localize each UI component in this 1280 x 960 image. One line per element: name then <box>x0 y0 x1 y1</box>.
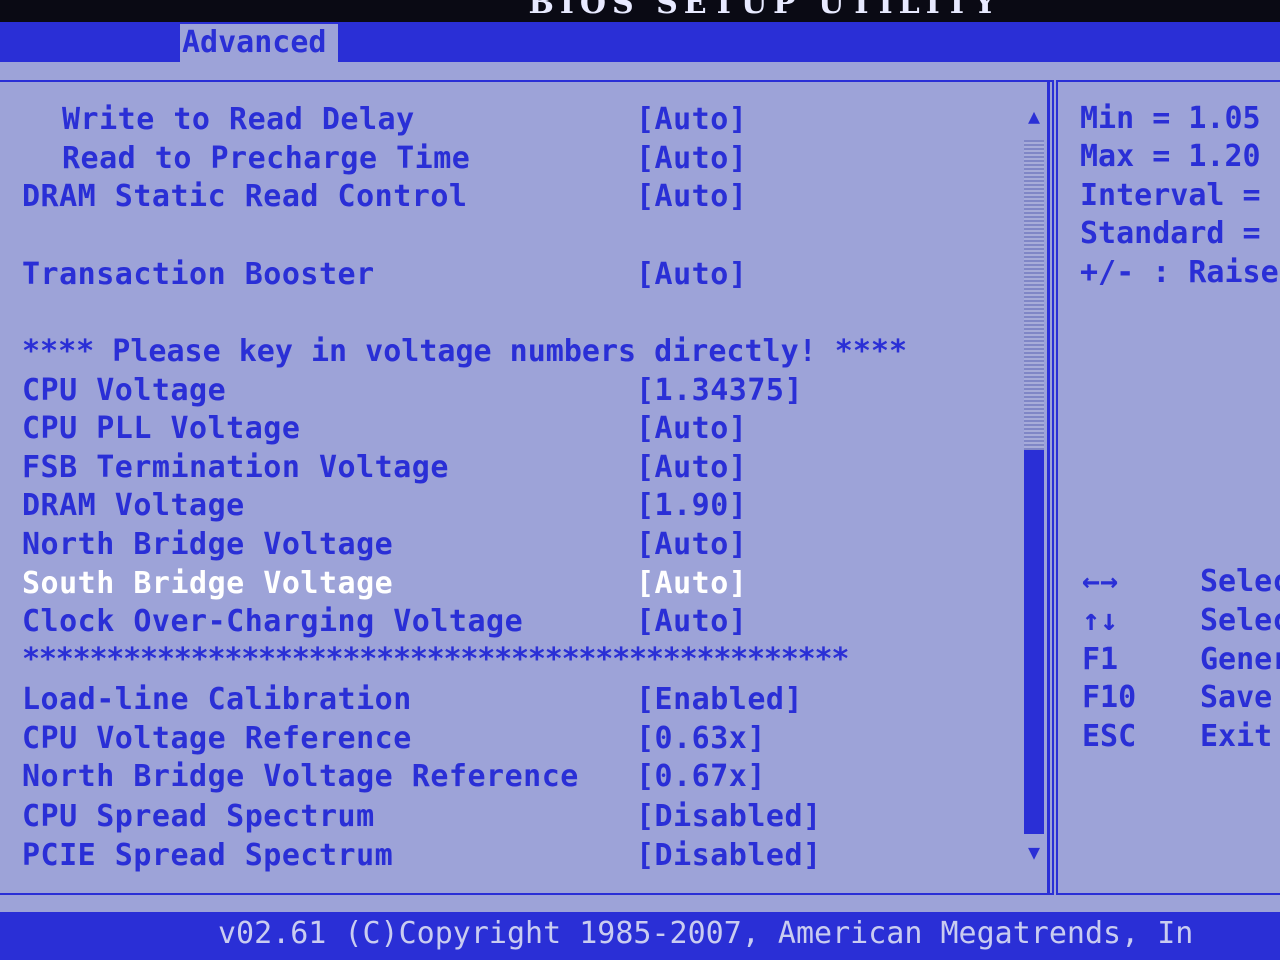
setting-value[interactable]: [0.63x] <box>636 719 766 759</box>
scrollbar[interactable]: ▲ ▼ <box>1024 104 1044 864</box>
panel-divider <box>1047 82 1050 893</box>
setting-value[interactable]: [Auto] <box>636 177 747 217</box>
setting-value[interactable]: [Auto] <box>636 448 747 488</box>
setting-value[interactable]: [Disabled] <box>636 797 822 837</box>
key-esc: ESC <box>1082 719 1137 754</box>
setting-label: CPU Voltage <box>22 373 227 408</box>
scroll-thumb[interactable] <box>1024 140 1044 450</box>
setting-value[interactable]: [Disabled] <box>636 836 822 876</box>
voltage-notice: **** Please key in voltage numbers direc… <box>22 334 908 369</box>
footer-bar: v02.61 (C)Copyright 1985-2007, American … <box>0 912 1280 960</box>
setting-label: CPU PLL Voltage <box>22 411 301 446</box>
key-desc: General <box>1200 642 1280 677</box>
setting-label: DRAM Voltage <box>22 488 245 523</box>
setting-value[interactable]: [Auto] <box>636 564 747 604</box>
scroll-track[interactable] <box>1024 140 1044 834</box>
setting-label: South Bridge Voltage <box>22 566 394 601</box>
setting-label: Write to Read Delay <box>62 102 415 137</box>
copyright-text: v02.61 (C)Copyright 1985-2007, American … <box>218 916 1194 951</box>
key-desc: Exit <box>1200 719 1273 754</box>
setting-value[interactable]: [1.34375] <box>636 371 803 411</box>
setting-label: North Bridge Voltage <box>22 527 394 562</box>
scroll-down-arrow-icon[interactable]: ▼ <box>1024 842 1044 862</box>
setting-label: CPU Voltage Reference <box>22 721 412 756</box>
key-f1: F1 <box>1082 642 1119 677</box>
setting-value[interactable]: [Auto] <box>636 409 747 449</box>
setting-label: Load-line Calibration <box>22 682 412 717</box>
setting-value[interactable]: [Auto] <box>636 525 747 565</box>
setting-label: FSB Termination Voltage <box>22 450 449 485</box>
setting-value[interactable]: [1.90] <box>636 486 747 526</box>
setting-label: Read to Precharge Time <box>62 141 471 176</box>
setting-value[interactable]: [Auto] <box>636 255 747 295</box>
window-title: BIOS SETUP UTILITY <box>528 0 1002 21</box>
setting-value[interactable]: [Enabled] <box>636 680 803 720</box>
key-desc: Select <box>1200 603 1280 638</box>
separator-line: ****************************************… <box>22 642 849 677</box>
setting-label: North Bridge Voltage Reference <box>22 759 579 794</box>
key-desc: Save <box>1200 680 1273 715</box>
left-right-arrow-icon: ←→ <box>1082 564 1119 599</box>
tab-advanced[interactable]: Advanced <box>180 24 338 62</box>
setting-label: DRAM Static Read Control <box>22 179 468 214</box>
help-max: Max = 1.20 <box>1080 139 1261 174</box>
key-desc: Select <box>1200 564 1280 599</box>
up-down-arrow-icon: ↑↓ <box>1082 603 1119 638</box>
help-min: Min = 1.05 <box>1080 101 1261 136</box>
setting-label: Clock Over-Charging Voltage <box>22 604 524 639</box>
help-standard: Standard = <box>1080 216 1261 251</box>
setting-value[interactable]: [Auto] <box>636 139 747 179</box>
help-interval: Interval = <box>1080 178 1261 213</box>
setting-label: CPU Spread Spectrum <box>22 799 375 834</box>
setting-value[interactable]: [Auto] <box>636 100 747 140</box>
setting-label: Transaction Booster <box>22 257 375 292</box>
scroll-up-arrow-icon[interactable]: ▲ <box>1024 106 1044 126</box>
setting-value[interactable]: [Auto] <box>636 602 747 642</box>
key-f10: F10 <box>1082 680 1137 715</box>
setting-label: PCIE Spread Spectrum <box>22 838 394 873</box>
help-raise: +/- : Raise <box>1080 255 1279 290</box>
setting-value[interactable]: [0.67x] <box>636 757 766 797</box>
